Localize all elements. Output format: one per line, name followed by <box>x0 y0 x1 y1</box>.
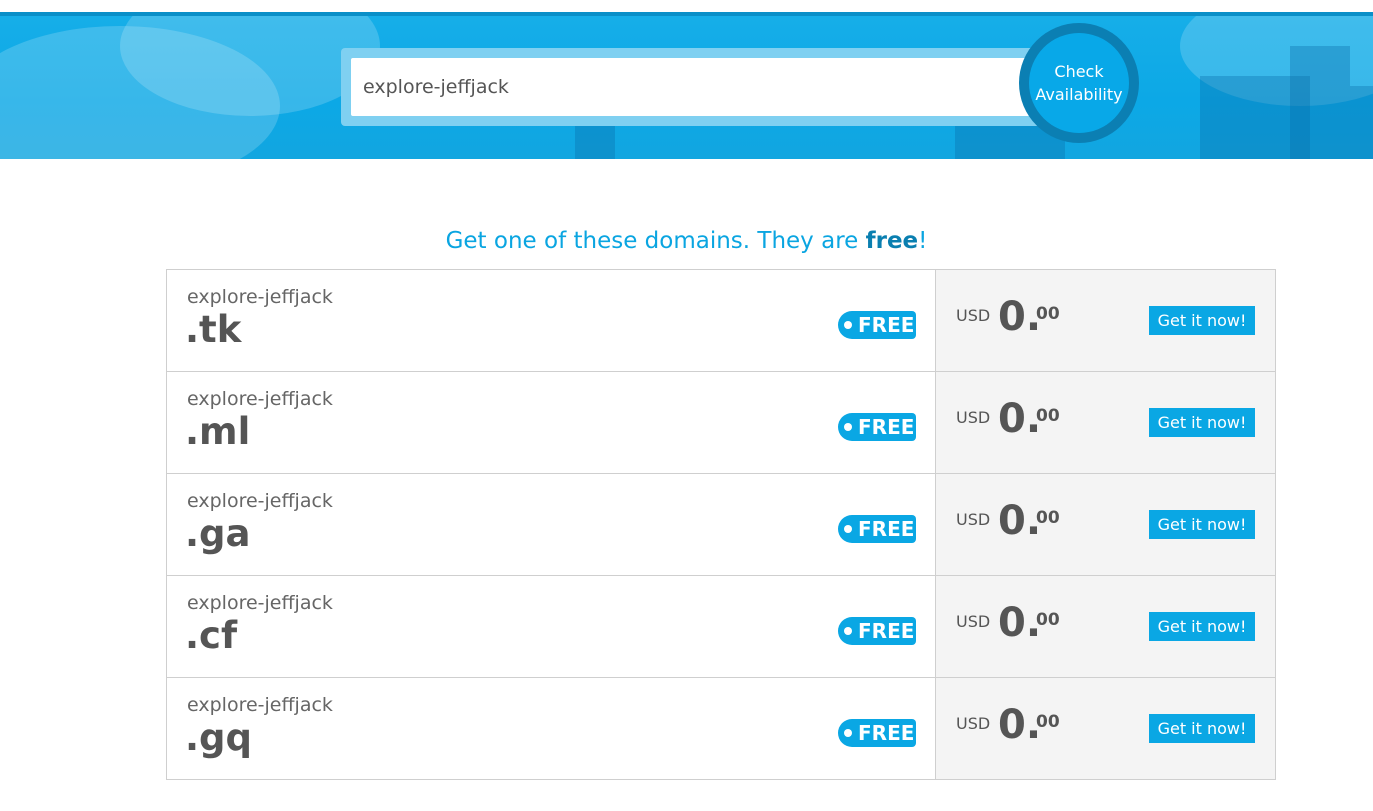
domain-name: explore-jeffjack <box>187 388 333 410</box>
domain-info-cell: explore-jeffjack .ga FREE <box>167 474 936 575</box>
domain-info-cell: explore-jeffjack .cf FREE <box>167 576 936 677</box>
get-it-now-button[interactable]: Get it now! <box>1149 306 1255 335</box>
domain-price-cell: USD 0. 00 Get it now! <box>936 474 1275 575</box>
free-badge: FREE <box>838 311 916 339</box>
price-currency: USD <box>956 612 991 631</box>
free-badge: FREE <box>838 719 916 747</box>
domain-row: explore-jeffjack .ml FREE USD 0. 00 Get … <box>166 372 1276 474</box>
check-availability-label-line2: Availability <box>1035 85 1123 104</box>
get-it-now-button[interactable]: Get it now! <box>1149 612 1255 641</box>
price-currency: USD <box>956 408 991 427</box>
price-amount: 0. <box>998 498 1042 544</box>
domain-info-cell: explore-jeffjack .tk FREE <box>167 270 936 371</box>
check-availability-face[interactable]: Check Availability <box>1029 33 1129 133</box>
domain-row: explore-jeffjack .tk FREE USD 0. 00 Get … <box>166 269 1276 372</box>
free-badge-label: FREE <box>858 313 915 337</box>
domain-name: explore-jeffjack <box>187 592 333 614</box>
price-currency: USD <box>956 510 991 529</box>
heading-suffix: ! <box>918 228 928 254</box>
free-badge: FREE <box>838 413 916 441</box>
badge-dot-icon <box>844 423 852 431</box>
free-badge-label: FREE <box>858 619 915 643</box>
get-it-now-button[interactable]: Get it now! <box>1149 510 1255 539</box>
domain-price-cell: USD 0. 00 Get it now! <box>936 678 1275 779</box>
domain-name: explore-jeffjack <box>187 490 333 512</box>
domain-info-cell: explore-jeffjack .gq FREE <box>167 678 936 779</box>
free-domains-heading: Get one of these domains. They are free! <box>0 228 1373 254</box>
domain-tld: .ga <box>185 512 251 555</box>
domain-name: explore-jeffjack <box>187 286 333 308</box>
badge-dot-icon <box>844 321 852 329</box>
price-cents: 00 <box>1036 304 1060 324</box>
domain-tld: .ml <box>185 410 251 453</box>
heading-emphasis: free <box>865 228 919 254</box>
price-amount: 0. <box>998 702 1042 748</box>
check-availability-label-line1: Check <box>1054 62 1104 81</box>
domain-row: explore-jeffjack .gq FREE USD 0. 00 Get … <box>166 678 1276 780</box>
domain-search-box <box>341 48 1041 126</box>
check-availability-button[interactable]: Check Availability <box>1019 23 1139 143</box>
domain-name: explore-jeffjack <box>187 694 333 716</box>
domain-search-input[interactable] <box>351 58 1037 116</box>
badge-dot-icon <box>844 627 852 635</box>
badge-dot-icon <box>844 729 852 737</box>
domain-results-list: explore-jeffjack .tk FREE USD 0. 00 Get … <box>166 269 1276 780</box>
price-amount: 0. <box>998 294 1042 340</box>
free-badge-label: FREE <box>858 415 915 439</box>
domain-info-cell: explore-jeffjack .ml FREE <box>167 372 936 473</box>
domain-tld: .tk <box>185 308 242 351</box>
building-decoration <box>1350 86 1373 159</box>
get-it-now-button[interactable]: Get it now! <box>1149 714 1255 743</box>
domain-price-cell: USD 0. 00 Get it now! <box>936 270 1275 371</box>
price-cents: 00 <box>1036 406 1060 426</box>
domain-row: explore-jeffjack .cf FREE USD 0. 00 Get … <box>166 576 1276 678</box>
free-badge-label: FREE <box>858 517 915 541</box>
heading-text: Get one of these domains. They are <box>445 228 866 254</box>
price-currency: USD <box>956 714 991 733</box>
get-it-now-button[interactable]: Get it now! <box>1149 408 1255 437</box>
domain-row: explore-jeffjack .ga FREE USD 0. 00 Get … <box>166 474 1276 576</box>
price-amount: 0. <box>998 396 1042 442</box>
price-cents: 00 <box>1036 508 1060 528</box>
free-badge: FREE <box>838 515 916 543</box>
price-cents: 00 <box>1036 610 1060 630</box>
price-amount: 0. <box>998 600 1042 646</box>
domain-price-cell: USD 0. 00 Get it now! <box>936 372 1275 473</box>
domain-tld: .gq <box>185 716 253 759</box>
domain-price-cell: USD 0. 00 Get it now! <box>936 576 1275 677</box>
free-badge-label: FREE <box>858 721 915 745</box>
price-currency: USD <box>956 306 991 325</box>
domain-tld: .cf <box>185 614 238 657</box>
price-cents: 00 <box>1036 712 1060 732</box>
badge-dot-icon <box>844 525 852 533</box>
building-decoration <box>1290 46 1350 159</box>
free-badge: FREE <box>838 617 916 645</box>
